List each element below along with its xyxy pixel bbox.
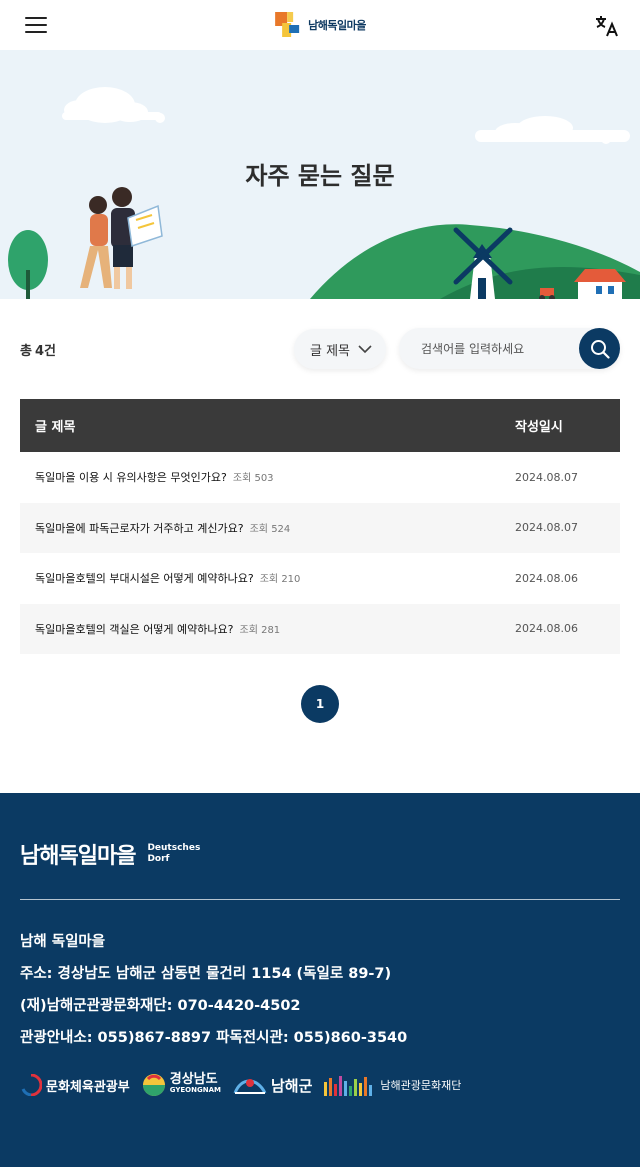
partner-mcst-label: 문화체육관광부: [46, 1079, 130, 1095]
column-date-header: 작성일시: [515, 420, 563, 435]
search-button[interactable]: [579, 328, 620, 369]
translate-icon[interactable]: [594, 12, 620, 38]
table-row[interactable]: 독일마을호텔의 부대시설은 어떻게 예약하나요? 조회 210 2024.08.0…: [20, 553, 620, 604]
table-header: 글 제목 작성일시: [20, 399, 620, 452]
list-toolbar: 총 4건 글 제목: [0, 299, 640, 399]
footer-divider: [20, 899, 620, 900]
row-views: 조회 503: [232, 473, 274, 485]
partner-tourism-foundation[interactable]: 남해관광문화재단: [324, 1074, 461, 1096]
partner-gyeongnam[interactable]: 경상남도 GYEONGNAM: [142, 1073, 221, 1097]
page-button-current[interactable]: 1: [301, 685, 339, 723]
footer-contact-phones: 관광안내소: 055)867-8897 파독전시관: 055)860-3540: [20, 1030, 408, 1046]
footer-org-name: 남해 독일마을: [20, 934, 106, 950]
row-views: 조회 524: [249, 523, 291, 535]
row-title[interactable]: 독일마을호텔의 객실은 어떻게 예약하나요?: [35, 621, 234, 637]
site-header: 남해독일마을: [0, 0, 640, 50]
footer-logo-korean: 남해독일마을: [20, 844, 136, 869]
footer-logo-german-line2: Dorf: [147, 854, 170, 864]
chevron-down-icon: [358, 344, 372, 353]
row-views: 조회 210: [259, 574, 301, 586]
row-title[interactable]: 독일마을호텔의 부대시설은 어떻게 예약하나요?: [35, 570, 254, 586]
hero-banner: 자주 묻는 질문: [0, 50, 640, 299]
partner-foundation-label: 남해관광문화재단: [380, 1079, 462, 1092]
search-input[interactable]: [399, 341, 577, 356]
logo-mark-icon: [275, 12, 300, 37]
footer-logo-german-line1: Deutsches: [147, 843, 201, 853]
search-bar: [399, 328, 620, 369]
page-title: 자주 묻는 질문: [245, 162, 395, 190]
gyeongnam-emblem-icon: [142, 1074, 165, 1096]
row-title[interactable]: 독일마을 이용 시 유의사항은 무엇인가요?: [35, 469, 227, 485]
partner-gyeongnam-label: 경상남도: [169, 1072, 218, 1087]
partner-logos: 문화체육관광부 경상남도 GYEONGNAM 남해군 남해관광문화재단: [20, 1073, 461, 1097]
row-date: 2024.08.06: [515, 622, 578, 636]
row-date: 2024.08.07: [515, 521, 578, 535]
table-row[interactable]: 독일마을에 파독근로자가 거주하고 계신가요? 조회 524 2024.08.07: [20, 502, 620, 553]
row-date: 2024.08.06: [515, 571, 578, 585]
search-icon: [590, 339, 610, 359]
row-title[interactable]: 독일마을에 파독근로자가 거주하고 계신가요?: [35, 520, 244, 536]
table-body: 독일마을 이용 시 유의사항은 무엇인가요? 조회 503 2024.08.07 …: [20, 452, 620, 654]
total-prefix: 총: [20, 343, 32, 359]
hamburger-icon[interactable]: [25, 17, 47, 33]
site-footer: 남해독일마을 Deutsches Dorf 남해 독일마을 주소: 경상남도 남…: [0, 793, 640, 1167]
sound-bars-icon: [324, 1076, 373, 1096]
table-row[interactable]: 독일마을호텔의 객실은 어떻게 예약하나요? 조회 281 2024.08.06: [20, 603, 620, 654]
logo-text: 남해독일마을: [308, 19, 366, 32]
total-count: 총 4건: [20, 340, 56, 359]
partner-namhae-label: 남해군: [270, 1076, 313, 1095]
partner-gyeongnam-en: GYEONGNAM: [169, 1086, 221, 1094]
footer-info: 남해 독일마을 주소: 경상남도 남해군 삼동면 물건리 1154 (독일로 8…: [20, 926, 407, 1054]
partner-namhae-county[interactable]: 남해군: [233, 1073, 312, 1097]
footer-logo: 남해독일마을 Deutsches Dorf: [20, 838, 200, 870]
footer-foundation-phone: (재)남해군관광문화재단: 070-4420-4502: [20, 998, 301, 1014]
partner-mcst[interactable]: 문화체육관광부: [20, 1074, 130, 1096]
taegeuk-icon: [21, 1074, 42, 1096]
site-logo[interactable]: 남해독일마을: [274, 11, 366, 39]
total-number: 4건: [34, 343, 56, 359]
pagination: 1: [0, 685, 640, 723]
table-row[interactable]: 독일마을 이용 시 유의사항은 무엇인가요? 조회 503 2024.08.07: [20, 452, 620, 503]
footer-address: 주소: 경상남도 남해군 삼동면 물건리 1154 (독일로 89-7): [20, 966, 392, 982]
search-field-select[interactable]: 글 제목: [294, 329, 386, 369]
row-views: 조회 281: [239, 624, 281, 636]
faq-table: 글 제목 작성일시 독일마을 이용 시 유의사항은 무엇인가요? 조회 503 2…: [20, 399, 620, 654]
column-title-header: 글 제목: [35, 420, 76, 435]
namhae-bridge-icon: [233, 1079, 267, 1094]
row-date: 2024.08.07: [515, 470, 578, 484]
footer-logo-german: Deutsches Dorf: [147, 843, 200, 865]
select-value: 글 제목: [310, 343, 351, 359]
